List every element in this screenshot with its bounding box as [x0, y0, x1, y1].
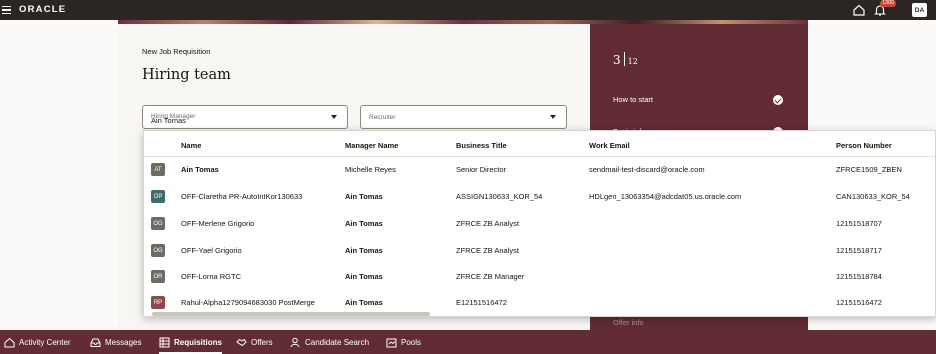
nav-messages[interactable]: Messages [90, 330, 141, 354]
person-initials-badge: AT [151, 163, 165, 176]
hiring-manager-select[interactable]: Hiring Manager Ain Tomas [142, 105, 348, 129]
person-search-icon [290, 337, 300, 347]
oracle-logo[interactable]: ORACLE [19, 4, 66, 15]
chevron-down-icon[interactable] [550, 115, 556, 119]
total-steps: 12 [627, 57, 638, 66]
hiring-manager-value[interactable]: Ain Tomas [151, 116, 186, 125]
result-row[interactable]: OP OFF-Claretha PR-AutoIntKor130633 Ain … [144, 184, 935, 210]
business-title: ASSIGN130633_KOR_54 [456, 192, 543, 201]
manager-name: Ain Tomas [345, 298, 383, 307]
manager-name: Ain Tomas [345, 192, 383, 201]
business-title: E12151516472 [456, 298, 507, 307]
work-email: sendmail-test-discard@oracle.com [589, 165, 705, 174]
business-title: ZFRCE ZB Analyst [456, 219, 519, 228]
home-icon [4, 337, 15, 347]
person-initials-badge: RP [151, 296, 165, 309]
nav-activity-center[interactable]: Activity Center [4, 330, 71, 354]
nav-requisitions[interactable]: Requisitions [159, 330, 223, 354]
nav-label: Offers [251, 337, 273, 347]
nav-label: Pools [401, 337, 422, 347]
nav-pools[interactable]: Pools [386, 330, 421, 354]
column-header-person-number: Person Number [836, 141, 892, 150]
hiring-manager-results-popup: Name Manager Name Business Title Work Em… [143, 130, 936, 317]
person-number: 12151516472 [836, 298, 882, 307]
person-name: OFF-Merlene Grigorio [181, 219, 255, 228]
person-name: Ain Tomas [181, 165, 219, 174]
menu-icon[interactable] [2, 3, 12, 17]
person-initials-badge: OR [151, 270, 165, 283]
nav-label: Messages [105, 337, 142, 347]
step-offer-info[interactable]: Offer info [613, 318, 644, 327]
work-email: HDLgen_13063354@adcdat05.us.oracle.com [589, 192, 742, 201]
business-title: ZFRCE ZB Analyst [456, 246, 519, 255]
horizontal-scrollbar[interactable] [152, 312, 430, 316]
person-initials-badge: OG [151, 217, 165, 230]
column-header-name: Name [181, 141, 202, 150]
manager-name: Ain Tomas [345, 272, 383, 281]
person-name: Rahul-Alpha1279094683030 PostMerge [181, 298, 315, 307]
user-avatar[interactable]: DA [912, 3, 927, 17]
business-title: Senior Director [456, 165, 507, 174]
recruiter-select[interactable]: Recruiter [360, 105, 567, 129]
recruiter-label: Recruiter [369, 114, 396, 121]
step-counter: 3 12 [613, 52, 638, 67]
person-number: 12151518707 [836, 219, 882, 228]
chevron-down-icon[interactable] [331, 115, 337, 119]
global-header: ORACLE 1300 DA [0, 0, 936, 20]
page-title: Hiring team [142, 67, 231, 83]
notification-count-badge: 1300 [880, 0, 897, 7]
page-background-left [0, 20, 118, 330]
person-initials-badge: OP [151, 190, 165, 203]
business-title: ZFRCE ZB Manager [456, 272, 525, 281]
nav-label: Requisitions [174, 337, 223, 347]
step-how-to-start[interactable]: How to start [613, 95, 653, 104]
pool-icon [386, 338, 397, 347]
bottom-navigation: Activity Center Messages Requisitions Of… [0, 330, 936, 354]
result-row[interactable]: OR OFF-Lorna RGTC Ain Tomas ZFRCE ZB Man… [144, 264, 935, 290]
nav-offers[interactable]: Offers [236, 330, 273, 354]
home-icon[interactable] [852, 3, 866, 17]
manager-name: Ain Tomas [345, 246, 383, 255]
column-header-email: Work Email [589, 141, 630, 150]
grid-icon [159, 337, 170, 347]
page-subtitle: New Job Requisition [142, 47, 211, 56]
column-header-manager: Manager Name [345, 141, 399, 150]
current-step: 3 [613, 53, 621, 67]
person-number: 12151518717 [836, 246, 882, 255]
result-row[interactable]: OG OFF-Yael Grigorio Ain Tomas ZFRCE ZB … [144, 238, 935, 264]
nav-label: Candidate Search [305, 337, 370, 347]
nav-candidate-search[interactable]: Candidate Search [290, 330, 369, 354]
person-number: CAN130633_KOR_54 [836, 192, 910, 201]
person-number: ZFRCE1509_ZBEN [836, 165, 902, 174]
person-name: OFF-Yael Grigorio [181, 246, 242, 255]
check-circle-icon [773, 95, 783, 105]
person-number: 12151518784 [836, 272, 882, 281]
manager-name: Michelle Reyes [345, 165, 396, 174]
nav-label: Activity Center [19, 337, 71, 347]
inbox-icon [90, 338, 101, 347]
person-name: OFF-Lorna RGTC [181, 272, 242, 281]
column-header-title: Business Title [456, 141, 507, 150]
manager-name: Ain Tomas [345, 219, 383, 228]
result-row[interactable]: AT Ain Tomas Michelle Reyes Senior Direc… [144, 157, 935, 183]
person-initials-badge: OG [151, 244, 165, 257]
handshake-icon [236, 338, 247, 346]
person-name: OFF-Claretha PR-AutoIntKor130633 [181, 192, 303, 201]
result-row[interactable]: OG OFF-Merlene Grigorio Ain Tomas ZFRCE … [144, 211, 935, 237]
